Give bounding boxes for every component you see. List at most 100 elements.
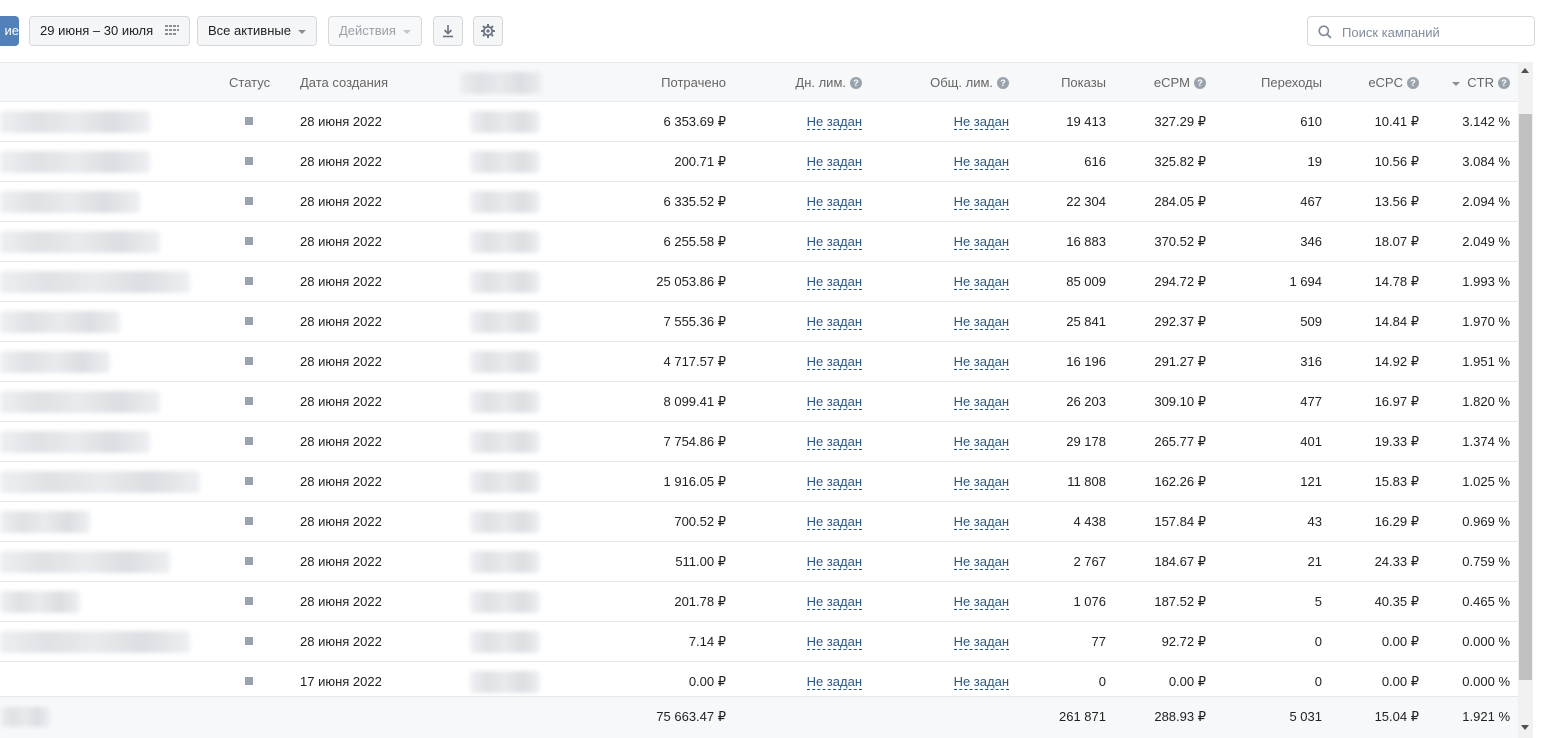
campaign-name-hidden[interactable] <box>0 271 190 293</box>
table-row[interactable]: 28 июня 2022 Не задан Не задан 1 916.05 ₽ 11… <box>0 462 1518 502</box>
status-filter-dropdown[interactable]: Все активные <box>197 16 317 46</box>
status-paused-icon[interactable] <box>245 357 253 365</box>
search-input[interactable] <box>1340 22 1529 42</box>
help-icon[interactable]: ? <box>1194 77 1206 89</box>
daily-limit-link[interactable]: Не задан <box>806 314 862 330</box>
table-row[interactable]: 28 июня 2022 Не задан Не задан 7.14 ₽ 77 92.7… <box>0 622 1518 662</box>
status-paused-icon[interactable] <box>245 277 253 285</box>
scroll-up-icon[interactable] <box>1521 68 1529 73</box>
total-limit-link[interactable]: Не задан <box>953 594 1009 610</box>
download-button[interactable] <box>433 16 463 46</box>
total-limit-link[interactable]: Не задан <box>953 314 1009 330</box>
daily-limit-link[interactable]: Не задан <box>806 274 862 290</box>
total-limit-link[interactable]: Не задан <box>953 674 1009 690</box>
col-header-clicks[interactable]: Переходы <box>1261 63 1322 103</box>
status-paused-icon[interactable] <box>245 197 253 205</box>
campaign-search[interactable] <box>1307 16 1535 46</box>
table-row[interactable]: 28 июня 2022 Не задан Не задан 7 555.36 ₽ 25… <box>0 302 1518 342</box>
daily-limit-link[interactable]: Не задан <box>806 514 862 530</box>
daily-limit-link[interactable]: Не задан <box>806 114 862 130</box>
campaign-name-hidden[interactable] <box>0 471 200 493</box>
col-header-status[interactable]: Статус <box>229 63 270 103</box>
vertical-scrollbar[interactable] <box>1518 62 1533 738</box>
daily-limit-link[interactable]: Не задан <box>806 234 862 250</box>
date-range-picker[interactable]: 29 июня – 30 июля <box>29 16 190 46</box>
settings-button[interactable] <box>473 16 503 46</box>
table-row[interactable]: 28 июня 2022 Не задан Не задан 6 353.69 ₽ 19… <box>0 102 1518 142</box>
help-icon[interactable]: ? <box>1498 77 1510 89</box>
table-row[interactable]: 28 июня 2022 Не задан Не задан 200.71 ₽ 616 3… <box>0 142 1518 182</box>
table-row[interactable]: 28 июня 2022 Не задан Не задан 6 335.52 ₽ 22… <box>0 182 1518 222</box>
status-paused-icon[interactable] <box>245 557 253 565</box>
actions-dropdown[interactable]: Действия <box>328 16 422 46</box>
col-header-daily-limit[interactable]: Дн. лим.? <box>795 63 862 103</box>
scroll-down-icon[interactable] <box>1521 725 1529 730</box>
daily-limit-link[interactable]: Не задан <box>806 194 862 210</box>
daily-limit-link[interactable]: Не задан <box>806 394 862 410</box>
col-header-ecpm[interactable]: eCPM? <box>1154 63 1206 103</box>
status-paused-icon[interactable] <box>245 397 253 405</box>
daily-limit-link[interactable]: Не задан <box>806 594 862 610</box>
total-limit-link[interactable]: Не задан <box>953 354 1009 370</box>
col-header-ctr[interactable]: CTR? <box>1452 63 1510 103</box>
help-icon[interactable]: ? <box>1407 77 1419 89</box>
total-limit-link[interactable]: Не задан <box>953 234 1009 250</box>
daily-limit-link[interactable]: Не задан <box>806 154 862 170</box>
campaign-name-hidden[interactable] <box>0 431 150 453</box>
col-header-ecpc[interactable]: eCPC? <box>1368 63 1419 103</box>
campaign-name-hidden[interactable] <box>0 631 190 653</box>
daily-limit-link[interactable]: Не задан <box>806 354 862 370</box>
total-limit-link[interactable]: Не задан <box>953 194 1009 210</box>
table-row[interactable]: 28 июня 2022 Не задан Не задан 4 717.57 ₽ 16… <box>0 342 1518 382</box>
daily-limit-link[interactable]: Не задан <box>806 634 862 650</box>
campaign-name-hidden[interactable] <box>0 311 120 333</box>
campaign-name-hidden[interactable] <box>0 191 140 213</box>
total-limit-link[interactable]: Не задан <box>953 114 1009 130</box>
status-paused-icon[interactable] <box>245 517 253 525</box>
total-limit-link[interactable]: Не задан <box>953 274 1009 290</box>
daily-limit-link[interactable]: Не задан <box>806 554 862 570</box>
total-limit-link[interactable]: Не задан <box>953 634 1009 650</box>
col-header-impressions[interactable]: Показы <box>1061 63 1106 103</box>
help-icon[interactable]: ? <box>850 77 862 89</box>
col-header-total-limit[interactable]: Общ. лим.? <box>930 63 1009 103</box>
daily-limit-link[interactable]: Не задан <box>806 434 862 450</box>
table-row[interactable]: 28 июня 2022 Не задан Не задан 511.00 ₽ 2 76… <box>0 542 1518 582</box>
create-campaign-button[interactable]: ие <box>0 16 19 46</box>
campaign-name-hidden[interactable] <box>0 511 90 533</box>
status-paused-icon[interactable] <box>245 117 253 125</box>
campaign-name-hidden[interactable] <box>0 151 150 173</box>
status-paused-icon[interactable] <box>245 677 253 685</box>
total-limit-link[interactable]: Не задан <box>953 474 1009 490</box>
daily-limit-link[interactable]: Не задан <box>806 674 862 690</box>
status-paused-icon[interactable] <box>245 437 253 445</box>
status-paused-icon[interactable] <box>245 237 253 245</box>
campaign-name-hidden[interactable] <box>0 551 170 573</box>
table-row[interactable]: 28 июня 2022 Не задан Не задан 6 255.58 ₽ 16… <box>0 222 1518 262</box>
campaign-name-hidden[interactable] <box>0 111 150 133</box>
total-limit-link[interactable]: Не задан <box>953 514 1009 530</box>
status-paused-icon[interactable] <box>245 597 253 605</box>
status-paused-icon[interactable] <box>245 477 253 485</box>
total-limit-link[interactable]: Не задан <box>953 554 1009 570</box>
col-header-spent[interactable]: Потрачено <box>661 63 726 103</box>
table-row[interactable]: 28 июня 2022 Не задан Не задан 7 754.86 ₽ 29… <box>0 422 1518 462</box>
table-row[interactable]: 28 июня 2022 Не задан Не задан 201.78 ₽ 1 07… <box>0 582 1518 622</box>
status-paused-icon[interactable] <box>245 317 253 325</box>
campaign-name-hidden[interactable] <box>0 391 160 413</box>
campaign-name-hidden[interactable] <box>0 351 110 373</box>
total-limit-link[interactable]: Не задан <box>953 434 1009 450</box>
scroll-thumb[interactable] <box>1519 114 1532 680</box>
daily-limit-link[interactable]: Не задан <box>806 474 862 490</box>
help-icon[interactable]: ? <box>997 77 1009 89</box>
col-header-created[interactable]: Дата создания <box>300 63 388 103</box>
total-limit-link[interactable]: Не задан <box>953 394 1009 410</box>
table-row[interactable]: 28 июня 2022 Не задан Не задан 8 099.41 ₽ 26… <box>0 382 1518 422</box>
total-limit-link[interactable]: Не задан <box>953 154 1009 170</box>
campaign-name-hidden[interactable] <box>0 591 80 613</box>
table-row[interactable]: 28 июня 2022 Не задан Не задан 25 053.86 ₽ 8… <box>0 262 1518 302</box>
campaign-name-hidden[interactable] <box>0 231 160 253</box>
table-row[interactable]: 28 июня 2022 Не задан Не задан 700.52 ₽ 4 43… <box>0 502 1518 542</box>
status-paused-icon[interactable] <box>245 157 253 165</box>
status-paused-icon[interactable] <box>245 637 253 645</box>
